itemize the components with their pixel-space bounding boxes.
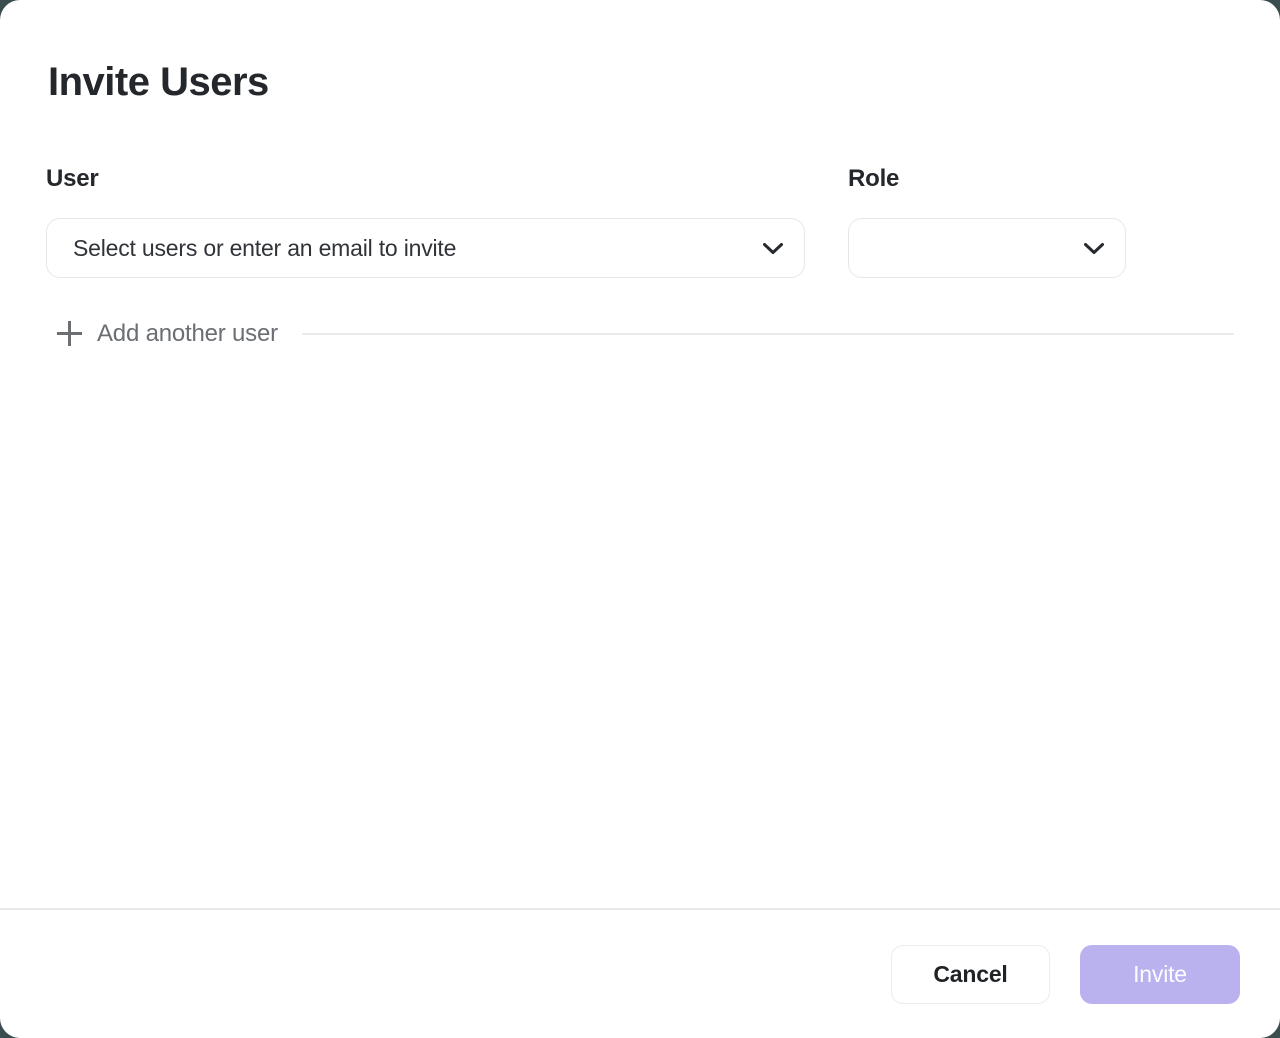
role-field-label: Role: [848, 165, 1126, 193]
role-field: Role: [848, 165, 1126, 278]
invite-fields-row: User Select users or enter an email to i…: [46, 165, 1234, 278]
user-field-label: User: [46, 165, 805, 193]
user-field: User Select users or enter an email to i…: [46, 165, 805, 278]
add-another-user-row: Add another user: [46, 319, 1234, 348]
chevron-down-icon: [1083, 242, 1105, 255]
cancel-button[interactable]: Cancel: [891, 945, 1050, 1004]
add-another-user-button[interactable]: Add another user: [46, 319, 278, 348]
role-select[interactable]: [848, 218, 1126, 278]
page-title: Invite Users: [48, 60, 1234, 105]
user-select-placeholder: Select users or enter an email to invite: [73, 235, 456, 262]
add-row-divider: [302, 333, 1234, 335]
add-another-user-label: Add another user: [97, 320, 278, 348]
user-select[interactable]: Select users or enter an email to invite: [46, 218, 805, 278]
invite-users-modal: Invite Users User Select users or enter …: [0, 0, 1280, 1038]
modal-footer: Cancel Invite: [0, 910, 1280, 1038]
plus-icon: [55, 319, 84, 348]
modal-body: Invite Users User Select users or enter …: [0, 0, 1280, 908]
invite-button[interactable]: Invite: [1080, 945, 1240, 1004]
chevron-down-icon: [762, 242, 784, 255]
